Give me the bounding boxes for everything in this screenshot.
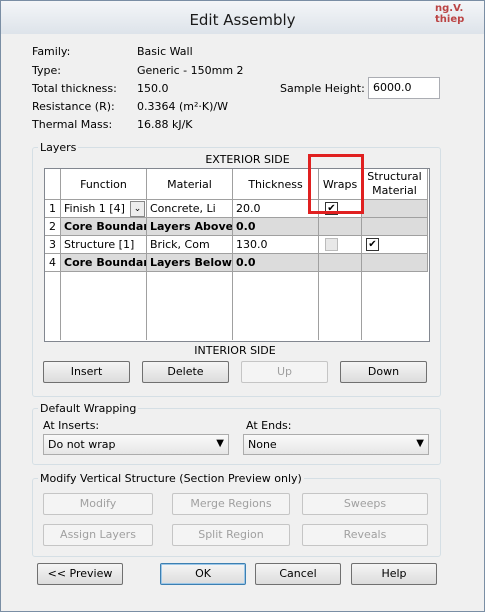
row-thickness[interactable]: 20.0: [233, 200, 319, 218]
wraps-checkbox-disabled: [325, 238, 338, 251]
split-region-button[interactable]: Split Region: [172, 524, 290, 546]
help-button[interactable]: Help: [351, 563, 437, 585]
row-number: 3: [45, 236, 61, 254]
watermark: ng.V. thiep: [435, 3, 465, 25]
row-thickness[interactable]: 0.0: [233, 218, 319, 236]
row-structural-cell: ✔: [362, 236, 428, 254]
row-structural-cell: [362, 218, 428, 236]
row-structural-cell: [362, 200, 428, 218]
type-value: Generic - 150mm 2: [137, 64, 244, 77]
preview-button[interactable]: << Preview: [37, 563, 123, 585]
modify-button[interactable]: Modify: [43, 493, 153, 515]
cancel-button[interactable]: Cancel: [255, 563, 341, 585]
layers-table: Function Material Thickness Wraps Struct…: [44, 168, 430, 342]
default-wrapping-label: Default Wrapping: [38, 402, 139, 415]
down-button[interactable]: Down: [340, 361, 427, 383]
sample-height-label: Sample Height:: [280, 82, 365, 95]
thermal-mass-value: 16.88 kJ/K: [137, 118, 193, 131]
row-number: 2: [45, 218, 61, 236]
row-wraps-cell: [319, 254, 362, 272]
resistance-value: 0.3364 (m²·K)/W: [137, 100, 228, 113]
header-material: Material: [147, 169, 233, 200]
sample-height-input[interactable]: 6000.0: [368, 77, 440, 99]
thermal-mass-label: Thermal Mass:: [32, 118, 113, 131]
at-ends-label: At Ends:: [246, 419, 292, 432]
empty-cell: [45, 272, 61, 340]
family-label: Family:: [32, 45, 71, 58]
chevron-down-icon: ▼: [416, 438, 424, 449]
header-rownum: [45, 169, 61, 200]
wraps-highlight-box: [308, 154, 364, 214]
exterior-side-label: EXTERIOR SIDE: [205, 153, 290, 166]
header-function: Function: [61, 169, 147, 200]
row-function-select[interactable]: Finish 1 [4] ⌄: [61, 200, 147, 218]
assign-layers-button[interactable]: Assign Layers: [43, 524, 153, 546]
empty-cell: [61, 272, 147, 340]
row-structural-cell: [362, 254, 428, 272]
header-structural-material: Structural Material: [362, 169, 428, 200]
title-bar: Edit Assembly ng.V. thiep: [1, 1, 484, 34]
delete-button[interactable]: Delete: [142, 361, 229, 383]
row-material[interactable]: Layers Above: [147, 218, 233, 236]
thickness-value: 150.0: [137, 82, 169, 95]
modify-structure-label: Modify Vertical Structure (Section Previ…: [38, 472, 304, 485]
up-button[interactable]: Up: [241, 361, 328, 383]
row-function[interactable]: Core Boundar: [61, 254, 147, 272]
thickness-label: Total thickness:: [32, 82, 117, 95]
row-wraps-cell: [319, 236, 362, 254]
empty-cell: [319, 272, 362, 340]
chevron-down-icon: ▼: [216, 438, 224, 449]
family-value: Basic Wall: [137, 45, 193, 58]
row-wraps-cell: [319, 218, 362, 236]
at-ends-select[interactable]: None ▼: [243, 434, 429, 455]
merge-regions-button[interactable]: Merge Regions: [172, 493, 290, 515]
at-inserts-label: At Inserts:: [43, 419, 100, 432]
interior-side-label: INTERIOR SIDE: [194, 344, 276, 357]
reveals-button[interactable]: Reveals: [302, 524, 428, 546]
resistance-label: Resistance (R):: [32, 100, 115, 113]
row-material[interactable]: Layers Below: [147, 254, 233, 272]
type-label: Type:: [32, 64, 61, 77]
ok-button[interactable]: OK: [160, 563, 246, 585]
row-number: 1: [45, 200, 61, 218]
row-material[interactable]: Concrete, Li: [147, 200, 233, 218]
row-thickness[interactable]: 0.0: [233, 254, 319, 272]
row-function[interactable]: Core Boundar: [61, 218, 147, 236]
empty-cell: [147, 272, 233, 340]
row-thickness[interactable]: 130.0: [233, 236, 319, 254]
header-thickness: Thickness: [233, 169, 319, 200]
row-material[interactable]: Brick, Com: [147, 236, 233, 254]
structural-material-checkbox[interactable]: ✔: [366, 238, 379, 251]
sweeps-button[interactable]: Sweeps: [302, 493, 428, 515]
insert-button[interactable]: Insert: [43, 361, 130, 383]
at-inserts-select[interactable]: Do not wrap ▼: [43, 434, 229, 455]
dialog-title: Edit Assembly: [189, 11, 296, 29]
empty-cell: [233, 272, 319, 340]
chevron-down-icon[interactable]: ⌄: [130, 201, 145, 217]
row-number: 4: [45, 254, 61, 272]
row-function[interactable]: Structure [1]: [61, 236, 147, 254]
